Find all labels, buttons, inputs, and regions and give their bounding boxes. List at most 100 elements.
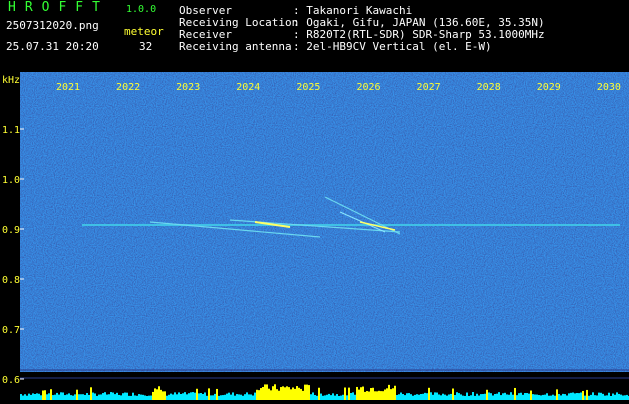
activity-bar — [218, 395, 220, 400]
activity-bar — [68, 393, 70, 400]
activity-bar — [172, 394, 174, 400]
activity-bar — [424, 392, 426, 400]
activity-bar — [606, 395, 608, 400]
activity-bar — [376, 391, 378, 400]
meteor-count: 32 — [139, 40, 153, 53]
activity-bar — [66, 394, 68, 400]
activity-bar — [446, 395, 448, 400]
activity-bar — [624, 395, 626, 400]
activity-bar — [236, 394, 238, 400]
header-panel: HROFFT 1.0.0 2507312020.png meteor 25.07… — [0, 0, 629, 72]
activity-bar — [350, 392, 352, 400]
activity-bar — [438, 394, 440, 400]
activity-bar — [290, 389, 292, 400]
activity-bar — [64, 395, 66, 400]
app-version: 1.0.0 — [126, 4, 157, 15]
activity-bar — [96, 395, 98, 400]
activity-bar — [120, 395, 122, 400]
activity-bar — [322, 395, 324, 400]
activity-bar — [384, 389, 386, 400]
activity-bar — [338, 395, 340, 400]
activity-bar — [318, 387, 320, 400]
activity-bar — [250, 394, 252, 400]
activity-bar — [522, 394, 524, 400]
activity-bar — [590, 394, 592, 400]
activity-bar — [352, 392, 354, 400]
activity-bar — [366, 391, 368, 400]
activity-bar — [70, 395, 72, 400]
activity-bar — [166, 395, 168, 400]
activity-bar — [436, 392, 438, 400]
activity-bar — [112, 392, 114, 400]
activity-bar — [390, 389, 392, 400]
activity-bar — [484, 393, 486, 400]
antenna-label: Receiving antenna — [179, 40, 292, 53]
activity-bar — [354, 394, 356, 400]
activity-bar — [416, 394, 418, 400]
activity-bar — [418, 394, 420, 400]
activity-bar — [364, 391, 366, 400]
activity-bar — [196, 388, 198, 400]
activity-bar — [540, 395, 542, 400]
activity-bar — [268, 388, 270, 400]
activity-bar — [378, 390, 380, 400]
activity-bar — [542, 394, 544, 400]
activity-bar — [458, 393, 460, 400]
activity-bar — [170, 393, 172, 400]
top-axis-label: 2027 — [417, 82, 441, 93]
activity-bar — [198, 393, 200, 400]
activity-bar — [284, 387, 286, 400]
activity-bar — [274, 384, 276, 400]
activity-bar — [368, 391, 370, 400]
activity-bar — [626, 394, 628, 400]
activity-bar — [288, 387, 290, 400]
top-axis-label: 2025 — [296, 82, 320, 93]
activity-bar — [502, 393, 504, 400]
activity-bar — [340, 395, 342, 400]
activity-bar — [122, 393, 124, 400]
activity-bar — [520, 392, 522, 400]
activity-bar — [304, 384, 306, 400]
top-axis-label: 2022 — [116, 82, 140, 93]
activity-bar — [556, 389, 558, 400]
activity-bar — [610, 395, 612, 400]
activity-bar — [374, 391, 376, 400]
activity-bar — [36, 393, 38, 400]
activity-bar — [50, 389, 52, 400]
activity-bar — [348, 387, 350, 400]
activity-bar — [420, 394, 422, 400]
activity-bar — [494, 393, 496, 400]
activity-bar — [210, 395, 212, 400]
activity-bar — [506, 394, 508, 400]
activity-bar — [228, 392, 230, 400]
activity-bar — [396, 394, 398, 400]
activity-bar — [276, 389, 278, 400]
activity-bar — [124, 392, 126, 400]
activity-bar — [360, 387, 362, 400]
activity-bar — [568, 393, 570, 400]
activity-bar — [596, 395, 598, 400]
activity-bar — [492, 395, 494, 400]
activity-bar — [570, 392, 572, 400]
activity-bar — [246, 392, 248, 400]
activity-bar — [608, 392, 610, 400]
activity-bar — [410, 394, 412, 400]
activity-bar — [300, 388, 302, 400]
activity-bar — [156, 389, 158, 400]
activity-bar — [486, 389, 488, 400]
activity-bar — [28, 393, 30, 400]
activity-bar — [406, 393, 408, 400]
activity-bar — [266, 384, 268, 400]
activity-bar — [46, 394, 48, 400]
activity-bar — [434, 392, 436, 400]
activity-bar — [132, 392, 134, 400]
activity-bar — [614, 394, 616, 400]
activity-bar — [152, 391, 154, 400]
activity-bar — [286, 386, 288, 400]
spectrogram-area: kHz 1.1 1.0 0.9 0.8 0.7 0.6 2021 2022 2023 2024 20… — [0, 72, 629, 400]
activity-bar — [176, 394, 178, 400]
activity-bar — [612, 393, 614, 400]
activity-bar — [538, 395, 540, 400]
activity-bar — [86, 393, 88, 400]
activity-bar — [298, 387, 300, 400]
